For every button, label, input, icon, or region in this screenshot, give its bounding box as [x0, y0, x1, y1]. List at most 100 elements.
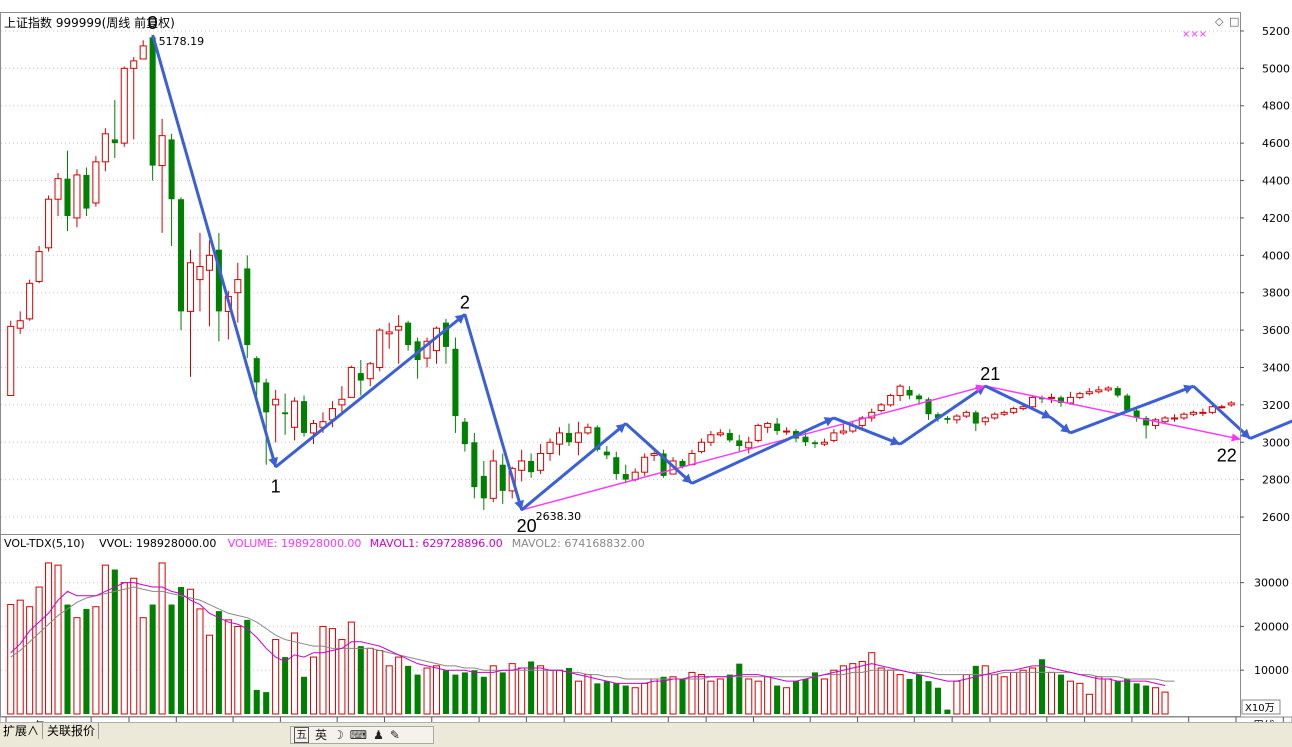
candle-body-up	[366, 363, 374, 380]
candle-body-up	[7, 325, 15, 397]
volume-header-item: VVOL: 198928000.00	[99, 537, 216, 550]
volume-bar-up	[1000, 676, 1008, 715]
volume-bar-down	[972, 665, 979, 714]
weekly-kline-chart[interactable]: 2600 2800 3000 3200 3400 3600 3800 4000 4200 4400…	[0, 0, 1292, 746]
candle-body-up	[54, 178, 62, 200]
candle-body-up	[1010, 408, 1018, 413]
keyboard-icon[interactable]: ⌨	[350, 728, 367, 742]
wave-label: 1	[271, 476, 281, 496]
volume-bar-up	[546, 669, 554, 715]
candle-body-up	[1104, 387, 1112, 391]
marker-icon: ×××	[1182, 29, 1207, 40]
candle-body-up	[1227, 402, 1235, 406]
candle-body-up	[839, 430, 847, 434]
volume-bar-up	[1161, 691, 1169, 715]
candle-body-up	[716, 432, 724, 436]
volume-bar-up	[508, 663, 516, 715]
volume-bar-down	[906, 678, 913, 714]
wave-label: 21	[980, 364, 1000, 384]
volume-bar-up	[291, 632, 299, 715]
volume-bar-up	[764, 676, 772, 715]
volume-bar-down	[802, 678, 809, 714]
price-tick-label: 5200	[1262, 25, 1290, 38]
candle-body-up	[830, 432, 838, 441]
volume-bar-up	[650, 678, 658, 715]
candle-body-up	[584, 426, 592, 434]
candle-body-up	[1189, 411, 1197, 415]
candle-body-up	[641, 456, 649, 473]
candle-body-up	[1085, 391, 1093, 395]
wrench-icon[interactable]: ✎	[390, 728, 400, 742]
price-tick-label: 3600	[1262, 324, 1290, 337]
moon-icon[interactable]: ☽	[333, 728, 344, 742]
volume-bar-up	[7, 604, 15, 715]
volume-bar-up	[366, 647, 374, 715]
low-price-label: 2638.30	[536, 510, 582, 523]
volume-bar-up	[347, 621, 355, 715]
volume-bar-up	[54, 564, 62, 715]
volume-bar-up	[45, 562, 53, 715]
candle-body-up	[347, 366, 355, 398]
candle-body-down	[726, 432, 733, 441]
volume-bar-up	[858, 660, 866, 715]
candle-body-up	[385, 331, 393, 335]
volume-bar-down	[726, 674, 733, 714]
volume-bar-down	[793, 681, 800, 714]
volume-bar-up	[953, 680, 961, 715]
volume-bar-up	[35, 586, 43, 715]
candle-body-down	[178, 199, 185, 312]
volume-header-item: VOLUME: 198928000.00	[228, 537, 362, 550]
candle-body-up	[1199, 411, 1207, 414]
candle-body-down	[64, 178, 71, 217]
price-tick-label: 5000	[1262, 62, 1290, 75]
volume-bar-up	[120, 582, 128, 715]
volume-bar-down	[774, 685, 781, 714]
ime-toolbar[interactable]: 五 英 ☽ ⌨ ♟ ✎	[290, 726, 434, 744]
english-mode-icon[interactable]: 英	[315, 728, 327, 742]
candle-body-up	[783, 430, 791, 433]
candle-body-down	[1114, 388, 1121, 396]
candle-body-down	[972, 412, 979, 424]
user-icon[interactable]: ♟	[373, 728, 384, 742]
volume-bar-down	[925, 681, 932, 714]
price-tick-label: 3000	[1262, 436, 1290, 449]
volume-bar-up	[92, 606, 100, 715]
diamond-icon[interactable]: ◇	[1215, 15, 1224, 28]
price-tick-label: 4600	[1262, 137, 1290, 150]
price-tick-label: 2600	[1262, 511, 1290, 524]
volume-bar-up	[707, 680, 715, 715]
candle-body-up	[887, 395, 895, 406]
volume-bar-up	[1029, 667, 1037, 715]
volume-header-item: MAVOL1: 629728896.00	[370, 537, 503, 550]
chart-title: 上证指数 999999(周线 前复权)	[4, 15, 175, 30]
volume-unit-label: X10万	[1245, 703, 1275, 714]
volume-bar-up	[309, 656, 318, 715]
volume-header-item: MAVOL2: 674168832.00	[512, 537, 645, 550]
volume-bar-up	[868, 652, 876, 715]
volume-bar-up	[26, 606, 34, 715]
volume-bar-up	[158, 562, 166, 715]
candle-body-up	[745, 441, 753, 449]
candle-body-up	[291, 400, 299, 428]
candle-body-up	[376, 329, 384, 368]
expand-tab[interactable]: 扩展∧	[0, 723, 44, 739]
wubi-icon[interactable]: 五	[294, 727, 309, 743]
candle-body-down	[802, 436, 809, 443]
volume-bar-up	[73, 617, 81, 715]
volume-bar-down	[357, 646, 364, 714]
volume-bar-down	[934, 687, 941, 714]
volume-bar-up	[328, 628, 336, 715]
price-tick-label: 3200	[1262, 399, 1290, 412]
candle-body-up	[707, 434, 715, 443]
window-restore-icon[interactable]: □	[1229, 15, 1239, 28]
volume-bar-up	[1019, 669, 1027, 715]
volume-bar-up	[1066, 680, 1074, 715]
volume-bar-down	[679, 678, 686, 714]
candle-body-down	[528, 460, 535, 473]
volume-bar-up	[1047, 671, 1056, 715]
related-quotes-tab[interactable]: 关联报价	[44, 723, 100, 739]
volume-bar-up	[830, 669, 838, 715]
candle-body-up	[896, 385, 904, 397]
volume-bar-up	[555, 669, 564, 715]
volume-bar-down	[253, 689, 260, 714]
